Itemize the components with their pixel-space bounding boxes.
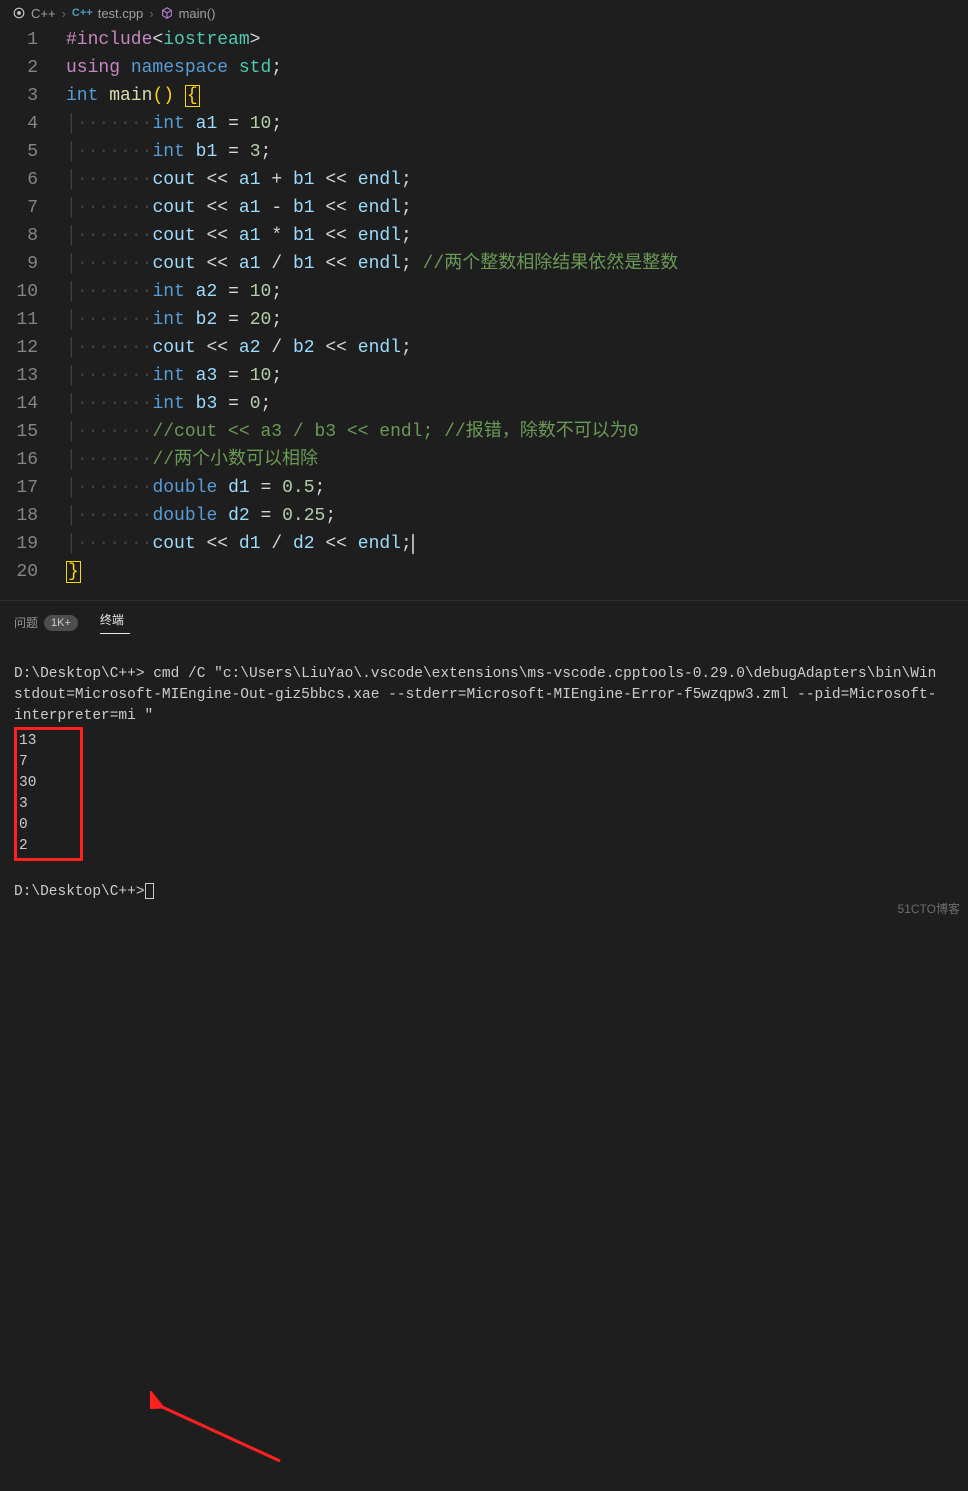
code-editor[interactable]: 1234567891011121314151617181920 #include… [0, 26, 968, 586]
breadcrumb-label: main() [179, 6, 216, 21]
breadcrumb-label: test.cpp [98, 6, 144, 21]
terminal-prompt: D:\Desktop\C++> [14, 884, 145, 900]
terminal-prompt: D:\Desktop\C++> cmd /C "c:\Users\LiuYao\… [14, 666, 936, 724]
watermark: 51CTO博客 [898, 900, 960, 917]
record-icon [12, 6, 26, 20]
breadcrumb-label: C++ [31, 6, 56, 21]
annotation-arrow-icon [150, 1391, 310, 1491]
breadcrumb-symbol[interactable]: main() [160, 6, 216, 21]
panel-tabs: 问题 1K+ 终端 [0, 607, 968, 638]
code-content[interactable]: #include<iostream>using namespace std;in… [60, 26, 678, 586]
output-highlight-box: 13 7 30 3 0 2 [14, 727, 83, 861]
symbol-cube-icon [160, 6, 174, 20]
terminal-output[interactable]: D:\Desktop\C++> cmd /C "c:\Users\LiuYao\… [0, 638, 968, 913]
cpp-file-icon: C++ [72, 7, 93, 19]
breadcrumb-root[interactable]: C++ [12, 6, 56, 21]
tab-terminal[interactable]: 终端 [100, 611, 130, 634]
chevron-right-icon: › [62, 6, 66, 21]
breadcrumb: C++ › C++ test.cpp › main() [0, 0, 968, 26]
line-number-gutter: 1234567891011121314151617181920 [0, 26, 60, 586]
tab-label: 终端 [100, 611, 124, 628]
terminal-cursor [145, 883, 154, 899]
tab-label: 问题 [14, 614, 38, 631]
bottom-panel: 问题 1K+ 终端 D:\Desktop\C++> cmd /C "c:\Use… [0, 600, 968, 923]
tab-problems[interactable]: 问题 1K+ [14, 614, 78, 631]
chevron-right-icon: › [149, 6, 153, 21]
breadcrumb-file[interactable]: C++ test.cpp [72, 6, 143, 21]
problems-count-badge: 1K+ [44, 615, 78, 631]
